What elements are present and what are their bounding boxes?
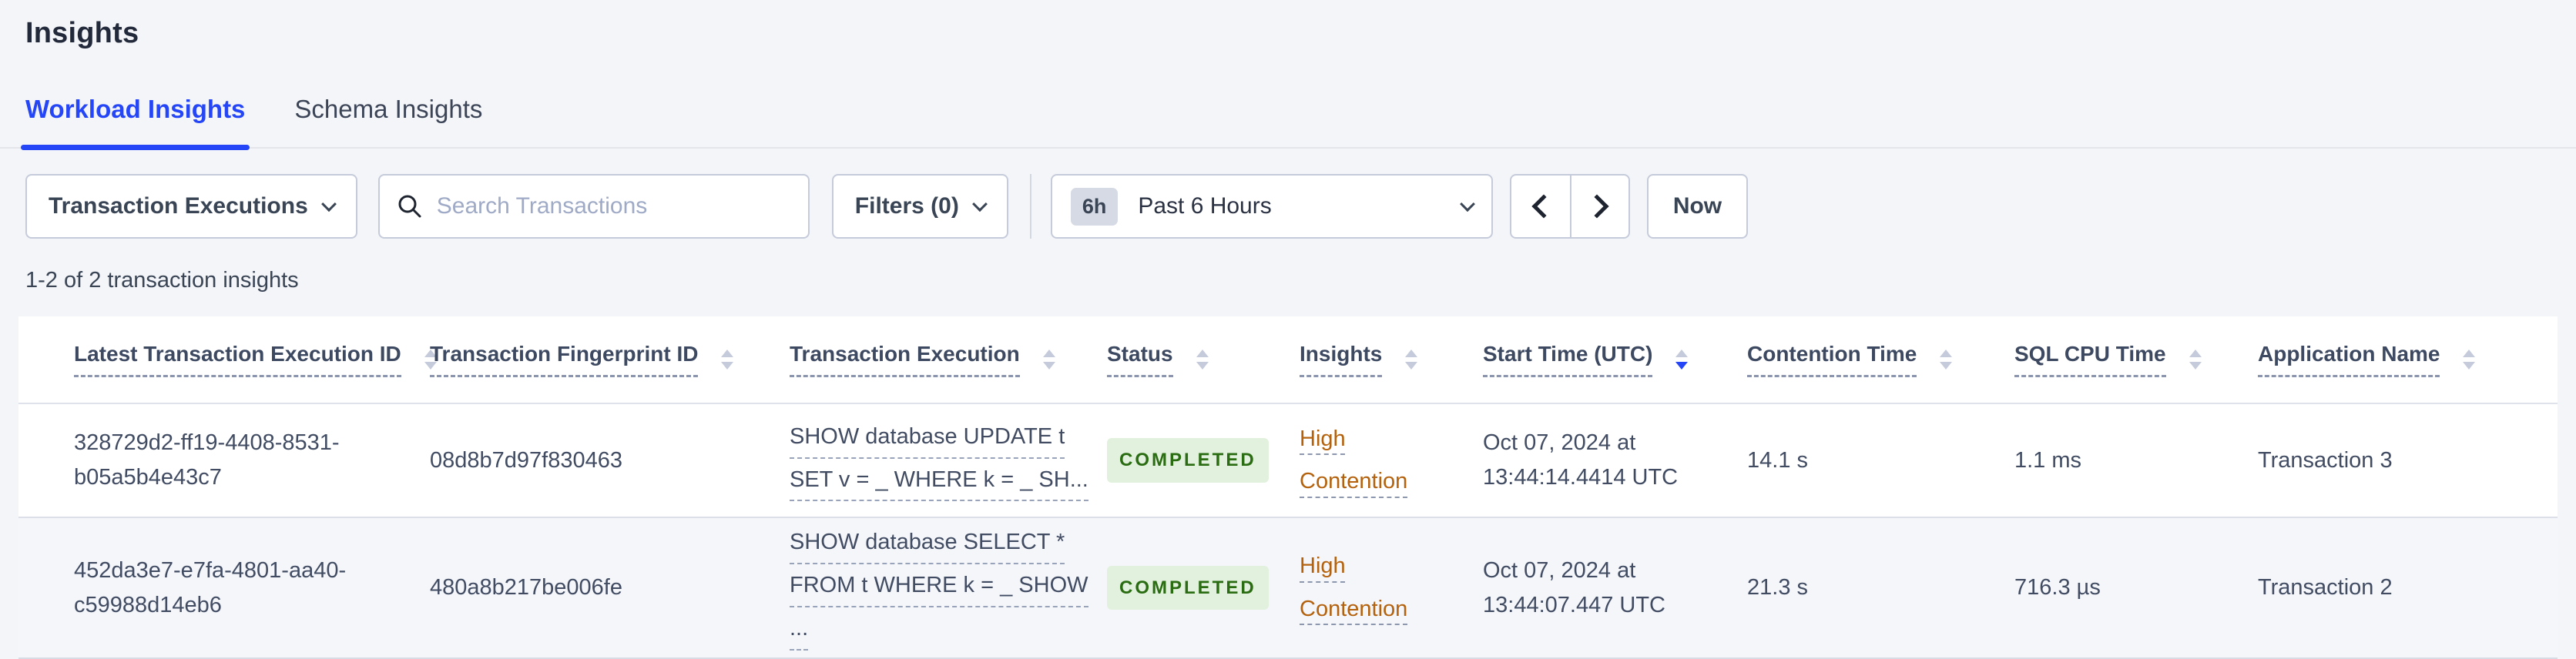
cell-application-name: Transaction 3 [2258, 447, 2393, 473]
column-header-transaction-fingerprint-id: Transaction Fingerprint ID [430, 316, 790, 404]
chevron-right-icon [1585, 194, 1609, 219]
cell-fingerprint-id: 08d8b7d97f830463 [430, 447, 622, 473]
search-box [377, 174, 810, 239]
chevron-down-icon [1459, 196, 1475, 212]
table-row: 328729d2-ff19-4408-8531-b05a5b4e43c7 08d… [18, 403, 2558, 517]
column-header-label[interactable]: Transaction Execution [790, 342, 1020, 377]
sort-toggle-icon[interactable] [721, 350, 734, 370]
cell-application-name: Transaction 2 [2258, 517, 2558, 659]
cell-status: COMPLETED [1107, 517, 1300, 659]
column-header-insights: Insights [1300, 316, 1483, 404]
transaction-execution-link[interactable]: SHOW database SELECT * [790, 525, 1065, 565]
results-count: 1-2 of 2 transaction insights [25, 268, 299, 293]
insights-table-card: Latest Transaction Execution ID Transact… [18, 316, 2558, 659]
column-header-label[interactable]: Application Name [2258, 342, 2440, 377]
cell-start-time: Oct 07, 2024 at 13:44:14.4414 UTC [1483, 403, 1747, 517]
cell-sql-cpu-time: 716.3 µs [2014, 517, 2258, 659]
page-title: Insights [25, 17, 139, 49]
insight-type-dropdown[interactable]: Transaction Executions [25, 174, 357, 239]
cell-fingerprint-id: 480a8b217be006fe [430, 517, 790, 659]
sort-toggle-icon[interactable] [1405, 350, 1418, 370]
cell-transaction-execution: SHOW database SELECT * FROM t WHERE k = … [790, 517, 1107, 659]
column-header-label[interactable]: Contention Time [1747, 342, 1917, 377]
search-icon [398, 195, 421, 218]
chevron-left-icon [1531, 194, 1556, 219]
transaction-execution-link[interactable]: SET v = _ WHERE k = _ SH... [790, 463, 1088, 502]
cell-insights: High Contention [1300, 403, 1483, 517]
status-badge: COMPLETED [1107, 438, 1269, 483]
filters-button[interactable]: Filters (0) [831, 174, 1008, 239]
column-header-start-time: Start Time (UTC) [1483, 316, 1747, 404]
insight-high-contention-link[interactable]: High Contention [1300, 545, 1434, 630]
cell-latest-execution-id: 328729d2-ff19-4408-8531-b05a5b4e43c7 [74, 430, 340, 490]
start-time-line: Oct 07, 2024 at [1483, 430, 1636, 456]
column-header-label[interactable]: Status [1107, 342, 1173, 377]
time-range-picker[interactable]: 6h Past 6 Hours [1050, 174, 1493, 239]
transaction-insights-table: Latest Transaction Execution ID Transact… [18, 316, 2558, 659]
toolbar: Transaction Executions Filters (0) 6h Pa… [0, 174, 2576, 239]
column-header-label[interactable]: Latest Transaction Execution ID [74, 342, 401, 377]
cell-latest-execution-id: 452da3e7-e7fa-4801-aa40-c59988d14eb6 [18, 517, 430, 659]
cell-status: COMPLETED [1107, 403, 1300, 517]
transaction-execution-link[interactable]: FROM t WHERE k = _ SHOW [790, 568, 1088, 607]
time-range-prev-button[interactable] [1511, 176, 1570, 237]
start-time-line: 13:44:14.4414 UTC [1483, 465, 1679, 490]
table-header-row: Latest Transaction Execution ID Transact… [18, 316, 2558, 404]
insights-page: Insights Workload Insights Schema Insigh… [0, 0, 2576, 659]
tab-workload-insights[interactable]: Workload Insights [20, 95, 250, 150]
sort-toggle-icon[interactable] [2189, 350, 2202, 370]
filters-button-label: Filters (0) [854, 193, 959, 219]
sort-toggle-icon[interactable] [2463, 350, 2476, 370]
column-header-application-name: Application Name [2258, 316, 2558, 404]
time-range-pager [1509, 174, 1630, 239]
time-range-next-button[interactable] [1569, 176, 1628, 237]
time-range-badge: 6h [1070, 187, 1119, 226]
chevron-down-icon [971, 196, 988, 212]
column-header-label[interactable]: SQL CPU Time [2014, 342, 2166, 377]
sort-toggle-icon-active[interactable] [1675, 350, 1689, 370]
start-time-line: 13:44:07.447 UTC [1483, 592, 1665, 617]
search-input[interactable] [436, 193, 791, 219]
column-header-label[interactable]: Start Time (UTC) [1483, 342, 1653, 377]
column-header-label[interactable]: Transaction Fingerprint ID [430, 342, 699, 377]
insight-type-dropdown-label: Transaction Executions [49, 193, 308, 219]
chevron-down-icon [320, 196, 337, 212]
sort-toggle-icon[interactable] [1042, 350, 1055, 370]
start-time-line: Oct 07, 2024 at [1483, 557, 1636, 583]
cell-contention-time: 14.1 s [1747, 447, 1808, 473]
status-badge: COMPLETED [1107, 565, 1269, 610]
now-button[interactable]: Now [1646, 174, 1749, 239]
transaction-execution-link[interactable]: SHOW database UPDATE t [790, 420, 1065, 459]
column-header-status: Status [1107, 316, 1300, 404]
insight-high-contention-link[interactable]: High Contention [1300, 418, 1434, 503]
sort-toggle-icon[interactable] [1940, 350, 1953, 370]
sort-toggle-icon[interactable] [1196, 350, 1209, 370]
column-header-transaction-execution: Transaction Execution [790, 316, 1107, 404]
cell-contention-time: 21.3 s [1747, 517, 2014, 659]
cell-start-time: Oct 07, 2024 at 13:44:07.447 UTC [1483, 517, 1747, 659]
column-header-sql-cpu-time: SQL CPU Time [2014, 316, 2258, 404]
page-header: Insights [0, 0, 2576, 50]
toolbar-divider [1029, 174, 1031, 239]
column-header-latest-transaction-execution-id: Latest Transaction Execution ID [18, 316, 437, 404]
tab-schema-insights[interactable]: Schema Insights [294, 95, 482, 147]
now-button-label: Now [1672, 193, 1722, 219]
transaction-execution-link[interactable]: ... [790, 611, 809, 651]
table-row: 452da3e7-e7fa-4801-aa40-c59988d14eb6 480… [18, 517, 2558, 659]
time-range-label: Past 6 Hours [1138, 193, 1272, 219]
column-header-contention-time: Contention Time [1747, 316, 2014, 404]
column-header-label[interactable]: Insights [1300, 342, 1383, 377]
cell-insights: High Contention [1300, 517, 1483, 659]
tab-bar: Workload Insights Schema Insights [0, 95, 2576, 150]
cell-transaction-execution: SHOW database UPDATE t SET v = _ WHERE k… [790, 403, 1107, 517]
cell-sql-cpu-time: 1.1 ms [2014, 447, 2082, 473]
